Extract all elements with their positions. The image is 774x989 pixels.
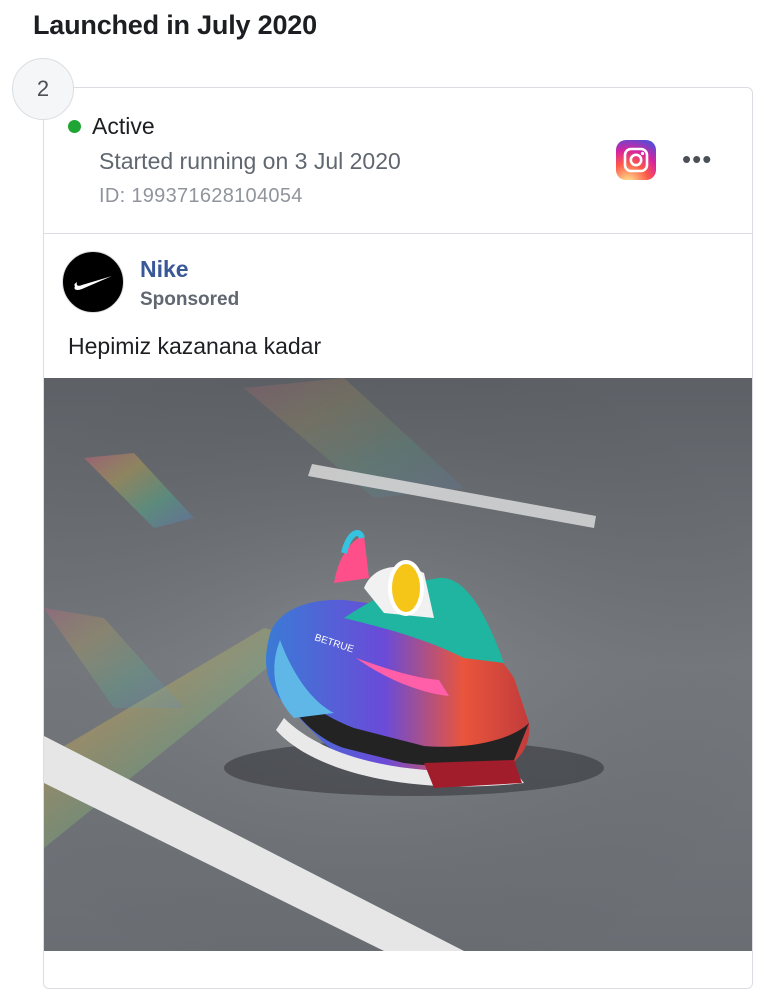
- section-title: Launched in July 2020: [33, 10, 317, 40]
- ad-body-text: Hepimiz kazanana kadar: [68, 333, 322, 359]
- nike-swoosh-icon: [74, 276, 112, 290]
- ad-id: ID: 199371628104054: [99, 185, 303, 207]
- active-status-dot: [68, 120, 81, 133]
- status-row: Active: [68, 113, 155, 140]
- instagram-icon: [616, 140, 656, 180]
- rank-badge: 2: [12, 58, 74, 120]
- status-label: Active: [92, 113, 155, 139]
- more-options-icon[interactable]: •••: [682, 144, 712, 175]
- ad-status-area: Active Started running on 3 Jul 2020 ID:…: [44, 88, 752, 234]
- sponsored-label: Sponsored: [140, 289, 240, 310]
- avatar[interactable]: [62, 251, 124, 313]
- ad-creative-image[interactable]: BETRUE: [44, 378, 752, 951]
- ad-card: Active Started running on 3 Jul 2020 ID:…: [43, 87, 753, 989]
- ad-preview-header: Nike Sponsored: [44, 234, 752, 329]
- start-date: Started running on 3 Jul 2020: [99, 148, 401, 174]
- page-name-link[interactable]: Nike: [140, 256, 189, 283]
